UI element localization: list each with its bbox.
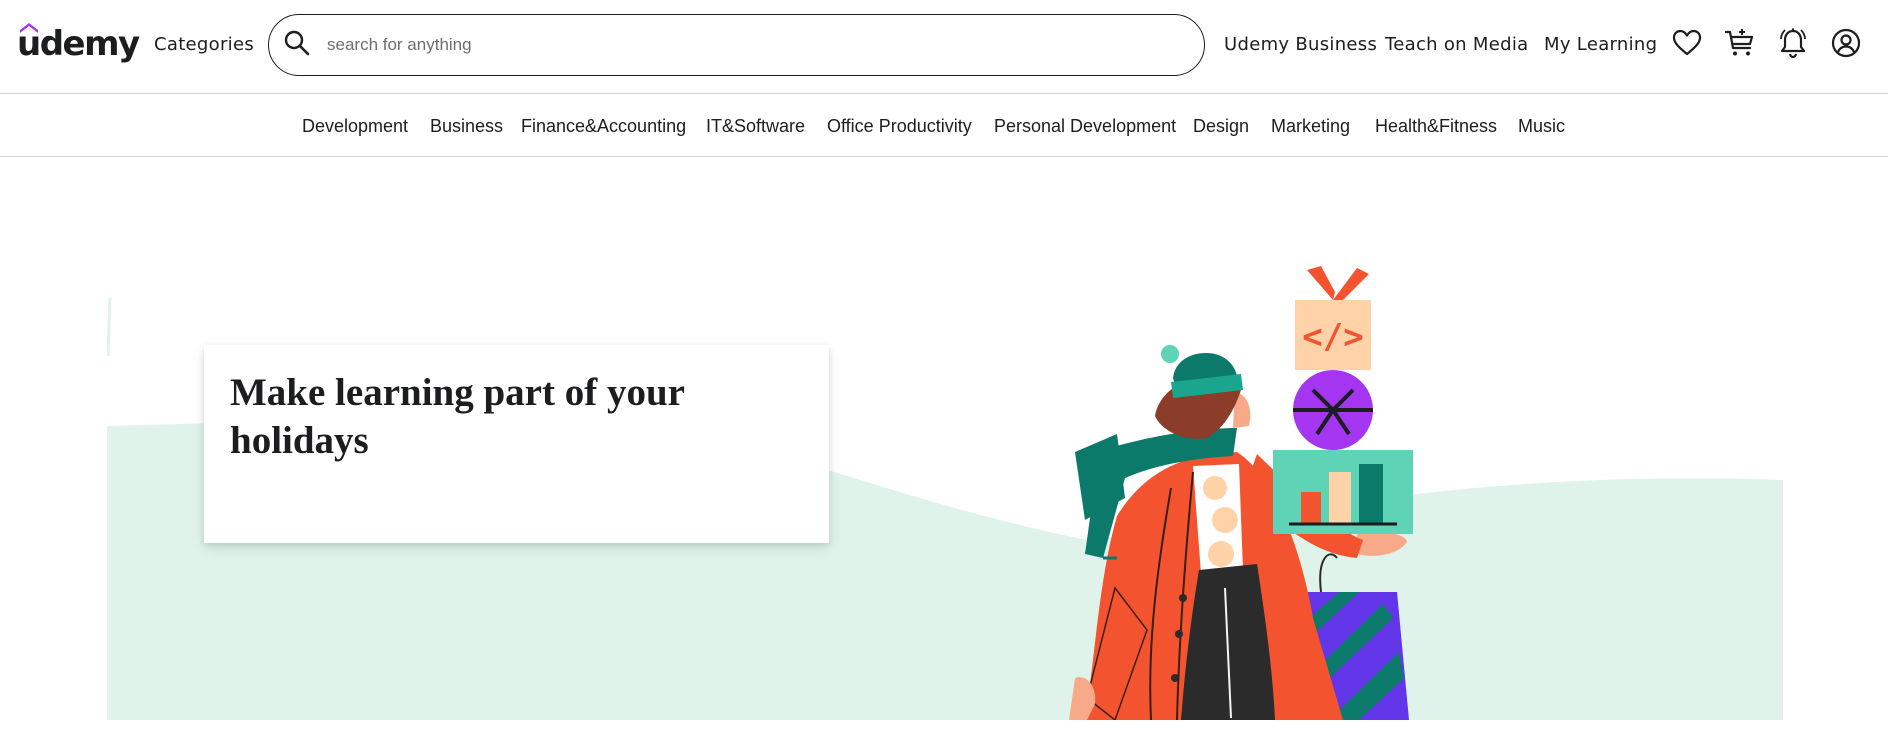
category-development[interactable]: Development — [302, 116, 408, 137]
category-office-productivity[interactable]: Office Productivity — [827, 116, 972, 137]
category-design[interactable]: Design — [1193, 116, 1249, 137]
udemy-business-link[interactable]: Udemy Business — [1224, 34, 1377, 55]
hero-title: Make learning part of your holidays — [230, 371, 685, 462]
cart-icon[interactable] — [1724, 27, 1756, 59]
teach-link[interactable]: Teach on Media — [1385, 34, 1528, 55]
svg-text:</>: </> — [1302, 317, 1363, 357]
category-business[interactable]: Business — [430, 116, 503, 137]
category-bar: Development Business Finance&Accounting … — [0, 95, 1888, 157]
top-header: udemy Categories Udemy Business Teach on… — [0, 0, 1888, 94]
categories-menu[interactable]: Categories — [154, 34, 254, 55]
category-finance-accounting[interactable]: Finance&Accounting — [521, 116, 686, 137]
search-input[interactable] — [327, 28, 1177, 62]
category-marketing[interactable]: Marketing — [1271, 116, 1350, 137]
search-icon[interactable] — [283, 29, 311, 57]
my-learning-link[interactable]: My Learning — [1544, 34, 1657, 55]
user-icon[interactable] — [1830, 27, 1862, 59]
heart-icon[interactable] — [1671, 27, 1703, 59]
logo-text: udemy — [17, 24, 140, 64]
category-it-software[interactable]: IT&Software — [706, 116, 805, 137]
category-music[interactable]: Music — [1518, 116, 1565, 137]
udemy-logo[interactable]: udemy — [17, 22, 140, 68]
gift-stack-illustration: </> — [1273, 266, 1413, 534]
category-health-fitness[interactable]: Health&Fitness — [1375, 116, 1497, 137]
bell-icon[interactable] — [1777, 27, 1809, 59]
search-bar — [268, 14, 1205, 76]
category-personal-development[interactable]: Personal Development — [994, 116, 1176, 137]
hero-card: Make learning part of your holidays — [204, 345, 829, 543]
